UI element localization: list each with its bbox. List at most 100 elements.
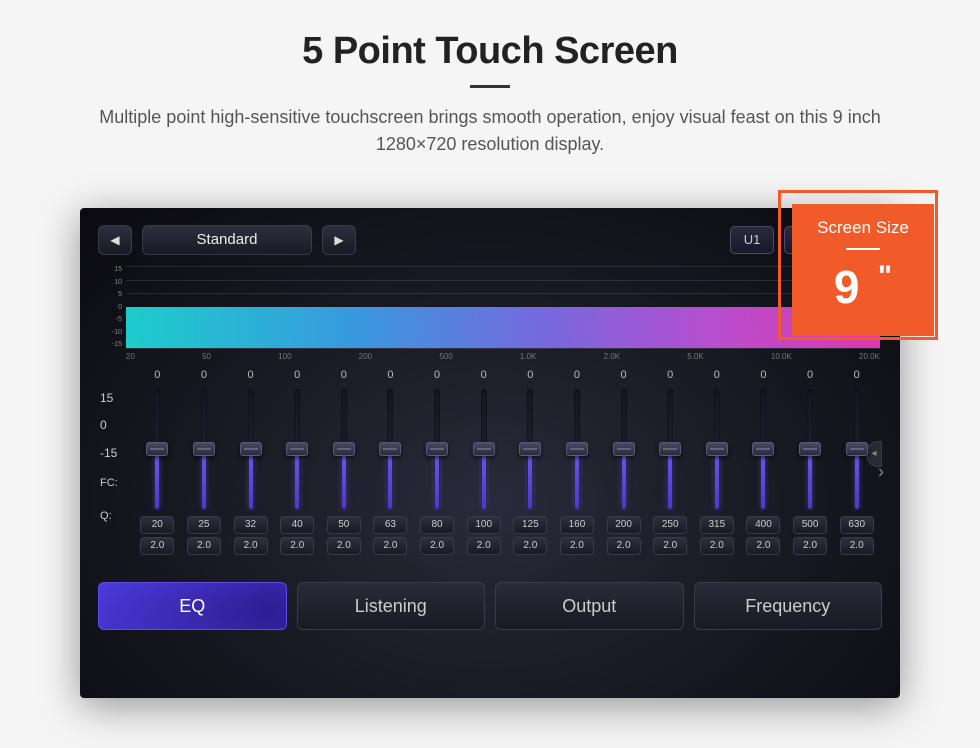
eq-q-value[interactable]: 2.0 [373, 537, 407, 555]
preset-name[interactable]: Standard [142, 225, 312, 255]
eq-band-50: 0502.0 [321, 369, 368, 574]
eq-slider[interactable] [341, 389, 347, 509]
eq-q-value[interactable]: 2.0 [840, 537, 874, 555]
tab-listening[interactable]: Listening [297, 582, 486, 630]
eq-fc-value[interactable]: 400 [746, 516, 780, 534]
chevron-right-icon: › [878, 461, 884, 481]
eq-fc-value[interactable]: 125 [513, 516, 547, 534]
eq-slider-thumb[interactable] [566, 442, 588, 456]
preset-prev-button[interactable]: ◀ [98, 225, 132, 255]
eq-q-value[interactable]: 2.0 [793, 537, 827, 555]
eq-fc-value[interactable]: 20 [140, 516, 174, 534]
eq-band-value: 0 [760, 369, 766, 385]
eq-fc-value[interactable]: 50 [327, 516, 361, 534]
eq-q-value[interactable]: 2.0 [607, 537, 641, 555]
eq-fc-value[interactable]: 40 [280, 516, 314, 534]
eq-fc-value[interactable]: 32 [234, 516, 268, 534]
eq-band-63: 0632.0 [367, 369, 414, 574]
eq-band-value: 0 [854, 369, 860, 385]
eq-fc-value[interactable]: 160 [560, 516, 594, 534]
eq-slider[interactable] [760, 389, 766, 509]
eq-band-250: 02502.0 [647, 369, 694, 574]
eq-slider[interactable] [201, 389, 207, 509]
eq-slider-thumb[interactable] [333, 442, 355, 456]
eq-q-value[interactable]: 2.0 [420, 537, 454, 555]
eq-q-value[interactable]: 2.0 [280, 537, 314, 555]
eq-q-value[interactable]: 2.0 [513, 537, 547, 555]
user-preset-u1-button[interactable]: U1 [730, 226, 774, 254]
spectrum-x-tick: 10.0K [771, 352, 792, 361]
badge-unit: " [878, 260, 892, 293]
eq-slider-thumb[interactable] [286, 442, 308, 456]
eq-q-value[interactable]: 2.0 [234, 537, 268, 555]
eq-q-value[interactable]: 2.0 [327, 537, 361, 555]
spectrum-x-tick: 1.0K [520, 352, 536, 361]
eq-fc-value[interactable]: 80 [420, 516, 454, 534]
eq-band-value: 0 [621, 369, 627, 385]
eq-slider[interactable] [854, 389, 860, 509]
eq-band-value: 0 [807, 369, 813, 385]
eq-band-value: 0 [154, 369, 160, 385]
preset-next-button[interactable]: ▶ [322, 225, 356, 255]
eq-band-value: 0 [434, 369, 440, 385]
tab-eq[interactable]: EQ [98, 582, 287, 630]
tab-frequency[interactable]: Frequency [694, 582, 883, 630]
eq-slider[interactable] [154, 389, 160, 509]
eq-fc-value[interactable]: 630 [840, 516, 874, 534]
eq-slider-thumb[interactable] [846, 442, 868, 456]
eq-slider[interactable] [248, 389, 254, 509]
eq-fc-value[interactable]: 63 [373, 516, 407, 534]
eq-q-value[interactable]: 2.0 [560, 537, 594, 555]
eq-fc-value[interactable]: 25 [187, 516, 221, 534]
eq-fc-value[interactable]: 200 [607, 516, 641, 534]
spectrum-y-tick: 10 [100, 279, 122, 286]
eq-slider[interactable] [714, 389, 720, 509]
eq-slider-thumb[interactable] [752, 442, 774, 456]
eq-band-400: 0 400 2.0 [740, 369, 787, 574]
eq-slider-thumb[interactable] [240, 442, 262, 456]
eq-slider[interactable] [574, 389, 580, 509]
eq-slider[interactable] [481, 389, 487, 509]
eq-band-160: 01602.0 [554, 369, 601, 574]
eq-slider[interactable] [434, 389, 440, 509]
eq-band-20: 0 20 2.0 [134, 369, 181, 574]
eq-q-value[interactable]: 2.0 [653, 537, 687, 555]
equalizer: ◂ 15 0 -15 FC: Q: 0202.00252.00322.00402… [100, 369, 880, 574]
eq-band-value: 0 [248, 369, 254, 385]
eq-slider[interactable] [527, 389, 533, 509]
eq-slider[interactable] [387, 389, 393, 509]
eq-slider-thumb[interactable] [659, 442, 681, 456]
eq-next-page-button[interactable]: › [878, 461, 884, 482]
eq-slider-thumb[interactable] [473, 442, 495, 456]
eq-y-label: -15 [100, 446, 134, 460]
eq-band-500: 0 500 2.0 [787, 369, 834, 574]
spectrum-y-tick: -5 [100, 316, 122, 323]
eq-q-value[interactable]: 2.0 [746, 537, 780, 555]
bottom-tabs: EQ Listening Output Frequency [98, 582, 882, 630]
eq-slider-thumb[interactable] [193, 442, 215, 456]
eq-fc-value[interactable]: 315 [700, 516, 734, 534]
eq-slider-thumb[interactable] [379, 442, 401, 456]
spectrum-y-tick: -15 [100, 341, 122, 348]
eq-slider-thumb[interactable] [799, 442, 821, 456]
eq-fc-value[interactable]: 100 [467, 516, 501, 534]
eq-fc-value[interactable]: 250 [653, 516, 687, 534]
eq-q-value[interactable]: 2.0 [187, 537, 221, 555]
eq-q-value[interactable]: 2.0 [700, 537, 734, 555]
device-screen: ◀ Standard ▶ U1 U2 U3 15 10 5 0 -5 -10 -… [80, 208, 900, 698]
eq-q-value[interactable]: 2.0 [140, 537, 174, 555]
eq-slider[interactable] [667, 389, 673, 509]
eq-slider[interactable] [621, 389, 627, 509]
eq-q-value[interactable]: 2.0 [467, 537, 501, 555]
tab-output[interactable]: Output [495, 582, 684, 630]
eq-fc-value[interactable]: 500 [793, 516, 827, 534]
eq-slider-thumb[interactable] [426, 442, 448, 456]
eq-slider[interactable] [807, 389, 813, 509]
spectrum-y-axis: 15 10 5 0 -5 -10 -15 [100, 266, 122, 348]
eq-slider[interactable] [294, 389, 300, 509]
eq-slider-thumb[interactable] [519, 442, 541, 456]
eq-slider-thumb[interactable] [146, 442, 168, 456]
eq-slider-thumb[interactable] [706, 442, 728, 456]
eq-band-32: 0 32 2.0 [227, 369, 274, 574]
eq-slider-thumb[interactable] [613, 442, 635, 456]
